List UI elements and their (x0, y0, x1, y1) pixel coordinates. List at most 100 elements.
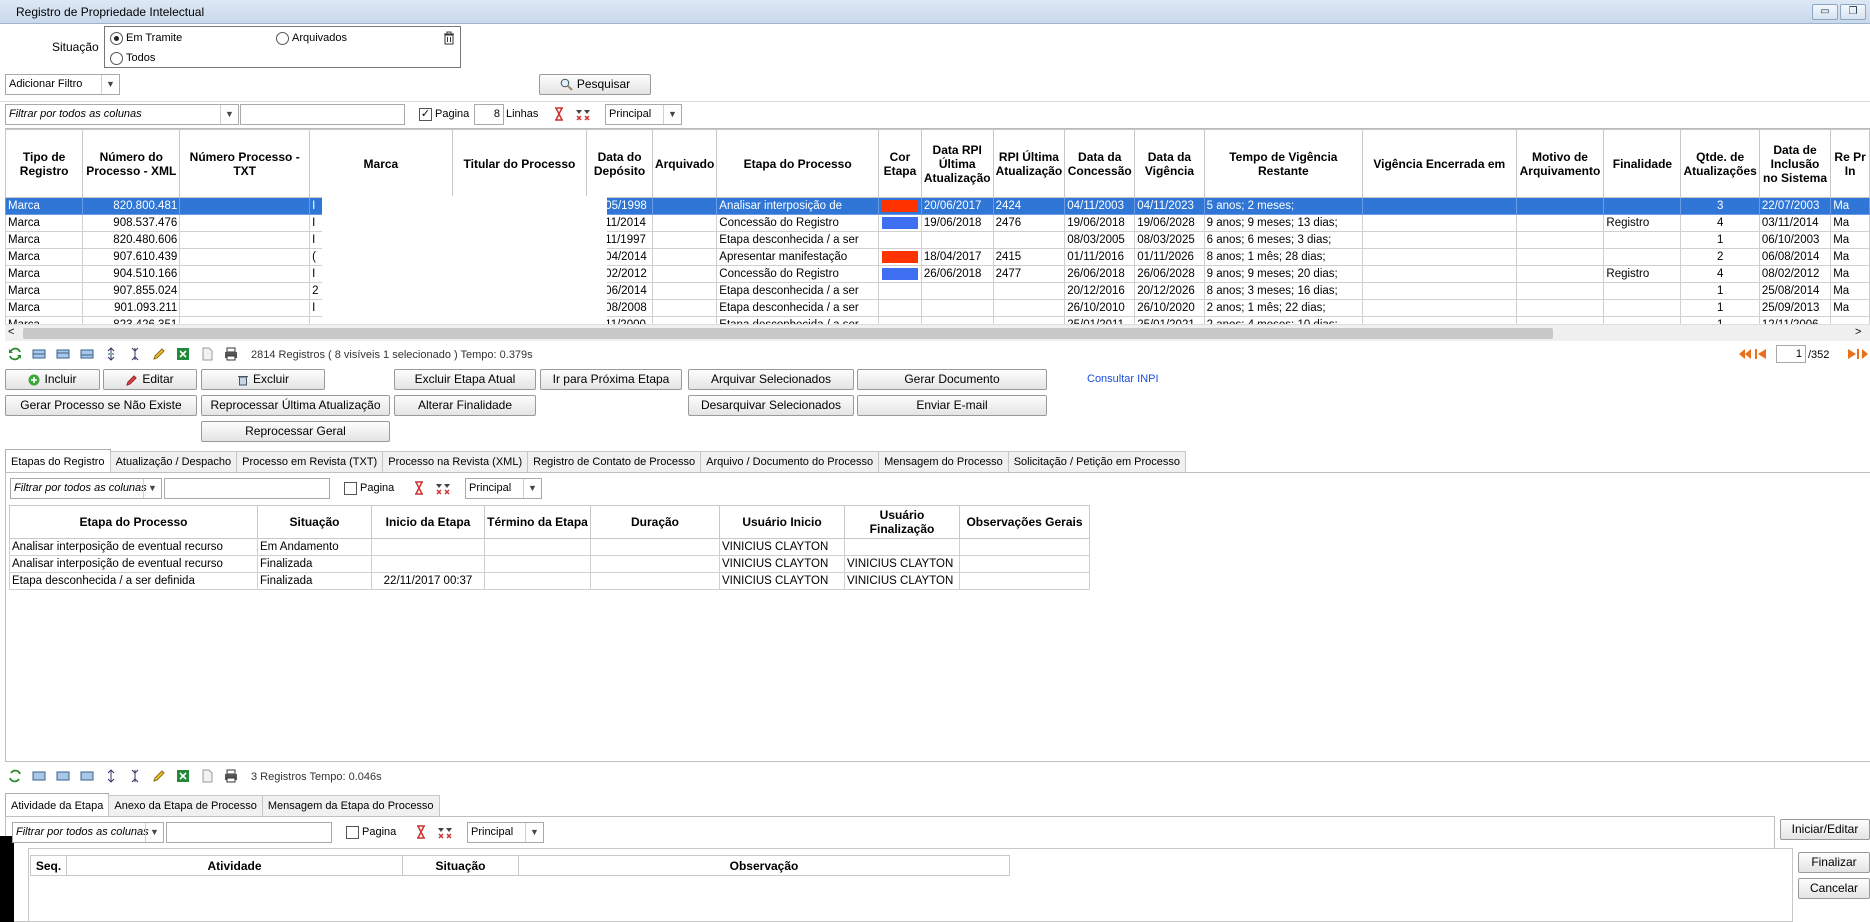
reprocessar-geral-button[interactable]: Reprocessar Geral (201, 421, 390, 442)
main-table-header[interactable]: Arquivado (651, 129, 718, 198)
clear-filter-icon[interactable] (415, 825, 427, 839)
grid-layout-icon[interactable] (80, 347, 94, 361)
editar-button[interactable]: Editar (103, 369, 197, 390)
grid-layout-icon[interactable] (56, 769, 70, 783)
radio-arquivados[interactable] (276, 32, 289, 45)
detail-tab[interactable]: Arquivo / Documento do Processo (700, 451, 880, 472)
main-table-header[interactable]: Qtde. de Atualizações (1680, 129, 1760, 198)
highlight-icon[interactable] (152, 769, 166, 783)
document-icon[interactable] (200, 769, 214, 783)
clear-filter-icon[interactable] (413, 481, 425, 495)
view-dropdown[interactable]: Principal ▼ (605, 104, 682, 125)
grid-layout-icon[interactable] (80, 769, 94, 783)
main-table-header[interactable]: Data da Vigência (1134, 129, 1205, 198)
filter-text-input[interactable] (240, 104, 405, 125)
radio-em-tramite-label[interactable]: Em Tramite (126, 32, 182, 44)
table-row[interactable]: Analisar interposição de eventual recurs… (9, 538, 1090, 556)
search-button[interactable]: Pesquisar (539, 74, 651, 95)
etapas-table-header[interactable]: Usuário Inicio (719, 505, 845, 539)
incluir-button[interactable]: Incluir (5, 369, 100, 390)
etapas-table-header[interactable]: Término da Etapa (484, 505, 591, 539)
print-icon[interactable] (224, 347, 238, 361)
detail-tab[interactable]: Etapas do Registro (5, 449, 111, 472)
radio-todos[interactable] (110, 52, 123, 65)
trash-icon[interactable] (442, 31, 456, 45)
main-table-header[interactable]: Titular do Processo (451, 129, 588, 198)
activity-filter-dropdown[interactable]: Filtrar por todos as colunas ▼ (12, 822, 164, 843)
table-row-partial[interactable]: Marca823.426.35124/11/2000Etapa desconhe… (5, 316, 1870, 324)
consultar-inpi-link[interactable]: Consultar INPI (1087, 373, 1159, 385)
activity-table-header[interactable]: Situação (402, 855, 519, 876)
horizontal-scrollbar[interactable]: < > (5, 324, 1870, 341)
minimize-button[interactable]: ▭ (1812, 4, 1838, 20)
detail-tab[interactable]: Solicitação / Petição em Processo (1007, 451, 1187, 472)
clear-all-filters-icon[interactable] (437, 825, 453, 839)
grid-layout-icon[interactable] (32, 347, 46, 361)
etapas-table-header[interactable]: Usuário Finalização (844, 505, 960, 539)
detail-tab[interactable]: Registro de Contato de Processo (527, 451, 702, 472)
table-row[interactable]: Analisar interposição de eventual recurs… (9, 555, 1090, 573)
table-row[interactable]: Marca 907.610.439(25/04/2014 Apresentar ma… (5, 248, 1870, 266)
page-number-input[interactable]: 1 (1776, 345, 1806, 363)
desarquivar-button[interactable]: Desarquivar Selecionados (688, 395, 854, 416)
gerar-processo-button[interactable]: Gerar Processo se Não Existe (5, 395, 197, 416)
etapas-table-header[interactable]: Duração (590, 505, 720, 539)
main-table-header[interactable]: Tipo de Registro (5, 129, 84, 198)
scroll-right-icon[interactable]: > (1855, 326, 1861, 338)
main-table-header[interactable]: Finalidade (1603, 129, 1682, 198)
activity-filter-input[interactable] (166, 822, 332, 843)
activity-tab[interactable]: Mensagem da Etapa do Processo (261, 795, 440, 816)
finalizar-button[interactable]: Finalizar (1798, 852, 1870, 873)
expand-icon[interactable] (104, 769, 118, 783)
table-row[interactable]: Marca 820.800.481 I 07/05/1998 Analisar inte… (5, 197, 1870, 215)
pagina-checkbox[interactable]: ✓ (419, 108, 432, 121)
main-table-header[interactable]: Tempo de Vigência Restante (1203, 129, 1364, 198)
proxima-etapa-button[interactable]: Ir para Próxima Etapa (540, 369, 682, 390)
excluir-button[interactable]: Excluir (201, 369, 325, 390)
detail-tab[interactable]: Processo em Revista (TXT) (236, 451, 384, 472)
activity-tab[interactable]: Atividade da Etapa (5, 793, 110, 816)
iniciar-editar-button[interactable]: Iniciar/Editar (1780, 819, 1870, 840)
next-page-icon[interactable] (1846, 347, 1860, 361)
etapas-filter-dropdown[interactable]: Filtrar por todos as colunas ▼ (10, 478, 162, 499)
etapas-table-header[interactable]: Inicio da Etapa (371, 505, 485, 539)
etapas-table-header[interactable]: Observações Gerais (959, 505, 1090, 539)
etapas-filter-input[interactable] (164, 478, 330, 499)
alterar-finalidade-button[interactable]: Alterar Finalidade (394, 395, 536, 416)
table-row[interactable]: Marca 908.537.476 I 03/11/2014 Concessão do … (5, 214, 1870, 232)
radio-em-tramite[interactable] (110, 32, 123, 45)
detail-tab[interactable]: Atualização / Despacho (109, 451, 238, 472)
clear-all-filters-icon[interactable] (575, 107, 591, 121)
reprocessar-ultima-button[interactable]: Reprocessar Última Atualização (201, 395, 390, 416)
clear-all-filters-icon[interactable] (435, 481, 451, 495)
activity-table-header[interactable]: Seq. (30, 855, 67, 876)
main-table-header[interactable]: Data da Concessão (1064, 129, 1136, 198)
excel-icon[interactable] (176, 347, 190, 361)
document-icon[interactable] (200, 347, 214, 361)
scroll-left-icon[interactable]: < (8, 326, 14, 338)
main-table-header[interactable]: Re Pr In (1830, 129, 1870, 198)
grid-layout-icon[interactable] (56, 347, 70, 361)
last-page-icon[interactable] (1862, 347, 1870, 361)
first-page-icon[interactable] (1738, 347, 1752, 361)
detail-tab[interactable]: Mensagem do Processo (878, 451, 1009, 472)
etapas-table-header[interactable]: Situação (257, 505, 372, 539)
add-filter-dropdown[interactable]: Adicionar Filtro ▼ (5, 74, 120, 95)
restore-button[interactable]: ❐ (1840, 4, 1866, 20)
main-table-header[interactable]: Motivo de Arquivamento (1515, 129, 1605, 198)
main-table-header[interactable]: Data do Depósito (586, 129, 653, 198)
main-table-header[interactable]: RPI Última Atualização (992, 129, 1066, 198)
etapas-pagina-checkbox[interactable] (344, 482, 357, 495)
table-row[interactable]: Etapa desconhecida / a ser definida Final… (9, 572, 1090, 590)
enviar-email-button[interactable]: Enviar E-mail (857, 395, 1047, 416)
clear-filter-icon[interactable] (553, 107, 565, 121)
activity-view-dropdown[interactable]: Principal ▼ (467, 822, 544, 843)
main-table-header[interactable]: Data de Inclusão no Sistema (1758, 129, 1832, 198)
activity-tab[interactable]: Anexo da Etapa de Processo (108, 795, 263, 816)
etapas-table-header[interactable]: Etapa do Processo (9, 505, 258, 539)
highlight-icon[interactable] (152, 347, 166, 361)
main-table-header[interactable]: Data RPI Última Atualização (920, 129, 994, 198)
refresh-icon[interactable] (8, 347, 22, 361)
main-table-header[interactable]: Número Processo - TXT (179, 129, 311, 198)
scrollbar-thumb[interactable] (23, 328, 1553, 339)
